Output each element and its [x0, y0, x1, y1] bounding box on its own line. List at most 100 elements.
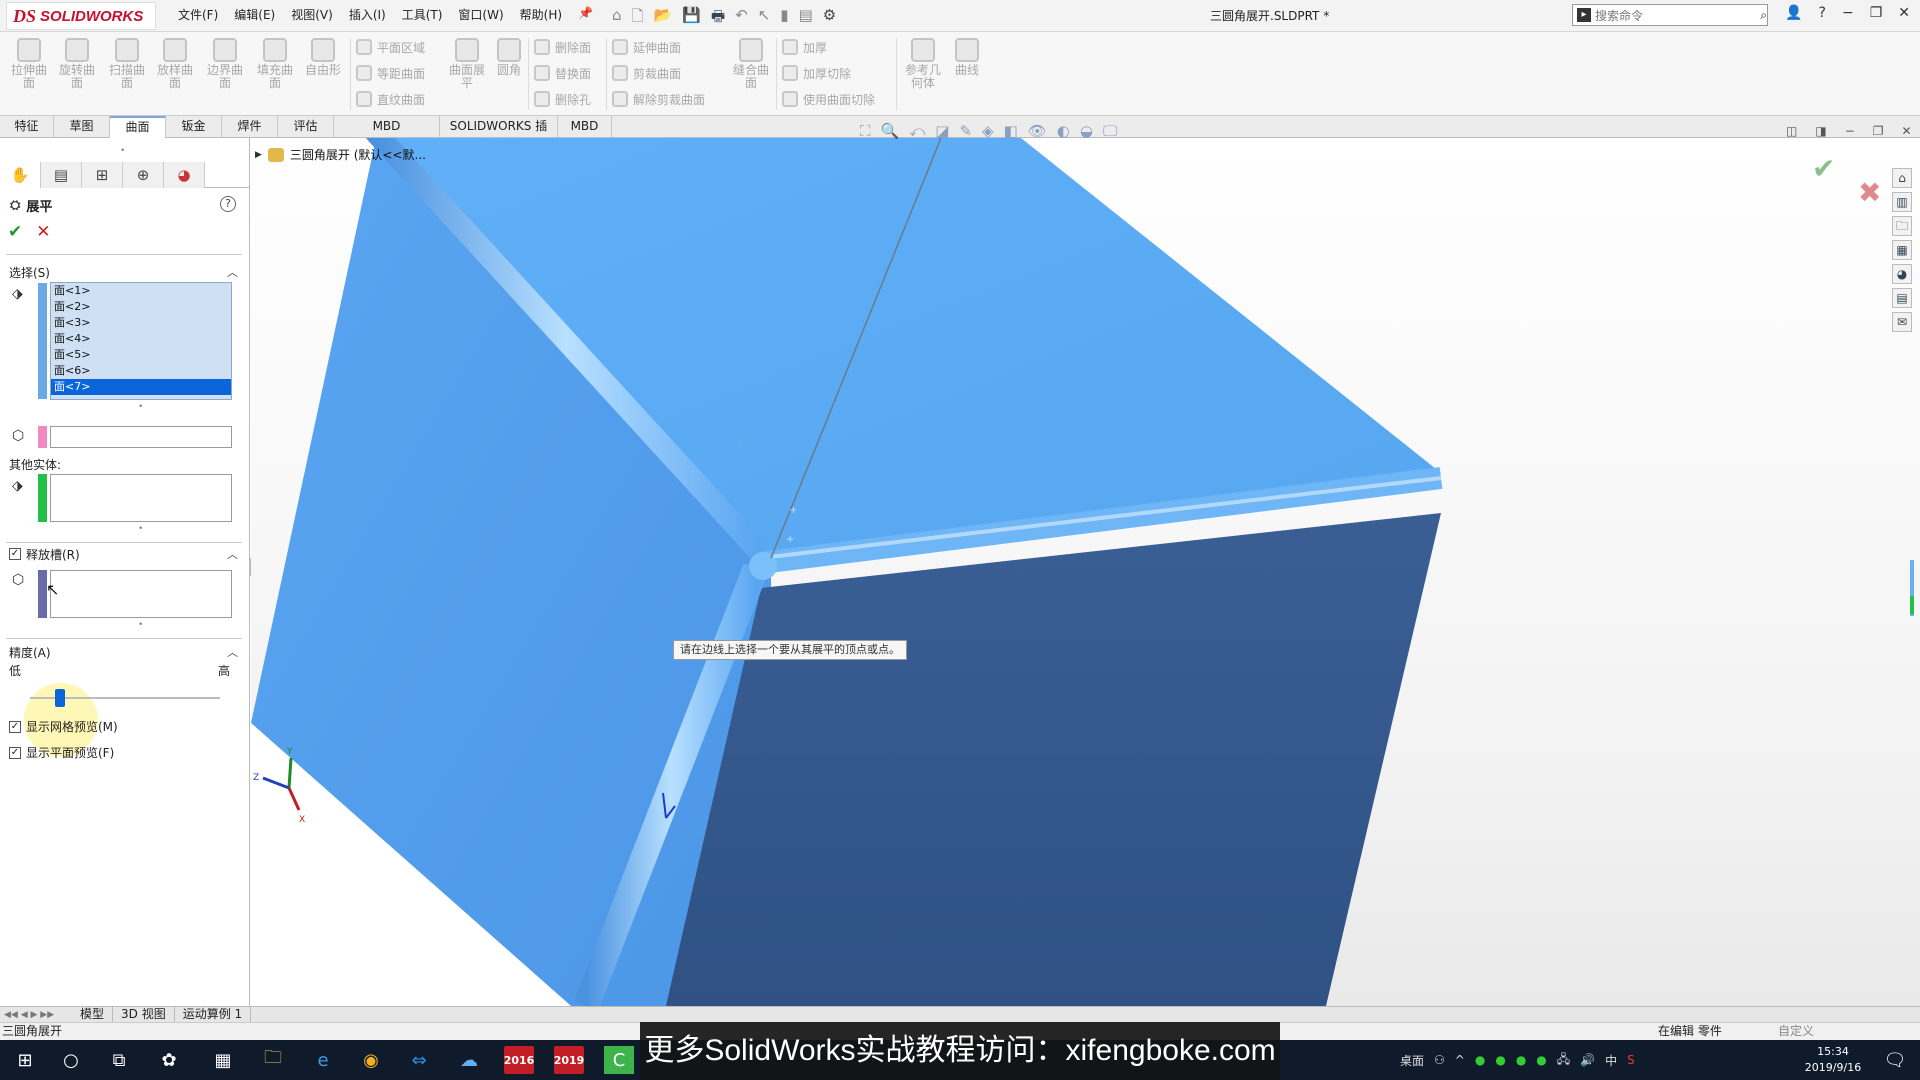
restore-icon[interactable]: ❐: [1870, 5, 1883, 21]
section-view-icon[interactable]: ◪: [935, 122, 949, 140]
tab-mbd[interactable]: MBD: [558, 116, 612, 138]
other-bodies-field[interactable]: [50, 474, 232, 522]
confirmation-ok-icon[interactable]: ✔: [1812, 152, 1835, 185]
list-item[interactable]: 面<2>: [51, 299, 231, 315]
people-icon[interactable]: ⚇: [1434, 1053, 1445, 1067]
surface-flatten-button[interactable]: 曲面展平: [444, 36, 490, 102]
new-document-icon[interactable]: 🗋: [632, 6, 644, 31]
list-item[interactable]: 面<4>: [51, 331, 231, 347]
fillet-button[interactable]: 圆角: [486, 36, 532, 102]
help-icon[interactable]: ?: [1819, 5, 1826, 21]
accuracy-section-header[interactable]: 精度(A) ︿: [0, 642, 250, 662]
tab-mbd-dimensions[interactable]: MBD Dimensions: [334, 116, 440, 154]
design-library-icon[interactable]: ▥: [1892, 192, 1912, 212]
wechat-icon[interactable]: ●: [1475, 1053, 1485, 1067]
tab-features[interactable]: 特征: [0, 116, 54, 138]
tab-sheet-metal[interactable]: 钣金: [166, 116, 222, 138]
search-commands[interactable]: ▸ 搜索命令 ⌕: [1572, 4, 1768, 26]
select-icon[interactable]: ↖: [758, 6, 771, 31]
selection-section-header[interactable]: 选择(S) ︿: [0, 262, 250, 282]
curves-button[interactable]: 曲线: [944, 36, 990, 102]
cut-with-surface-button[interactable]: 使用曲面切除: [782, 88, 875, 110]
corner-vertex[interactable]: [749, 552, 777, 580]
display-style-icon[interactable]: ◧: [1004, 122, 1018, 140]
baidu-netdisk-icon[interactable]: ☁: [454, 1046, 484, 1074]
edit-appearance-icon[interactable]: ◐: [1057, 122, 1070, 140]
search-icon[interactable]: ⌕: [1760, 8, 1767, 23]
vertex-selection-field[interactable]: [50, 426, 232, 448]
appearances-icon[interactable]: ◕: [1892, 264, 1912, 284]
planar-surface-button[interactable]: 平面区域: [356, 36, 425, 58]
cancel-button[interactable]: ✕: [36, 222, 50, 242]
extruded-surface-button[interactable]: 拉伸曲面: [6, 36, 52, 102]
collapse-chevron-icon[interactable]: ︿: [227, 644, 238, 660]
notification-center-icon[interactable]: 🗨: [1880, 1046, 1910, 1074]
expand-arrow-icon[interactable]: ▶: [255, 150, 262, 160]
untrim-surface-button[interactable]: 解除剪裁曲面: [612, 88, 705, 110]
menu-window[interactable]: 窗口(W): [458, 6, 503, 23]
list-item[interactable]: 面<6>: [51, 363, 231, 379]
calculator-icon[interactable]: ▦: [208, 1046, 238, 1074]
collapse-chevron-icon[interactable]: ︿: [227, 264, 238, 280]
print-icon[interactable]: 🖶: [711, 6, 725, 31]
open-icon[interactable]: 📂: [654, 6, 673, 31]
graphics-area[interactable]: + + + Y Z X: [251, 138, 1920, 1006]
viewport-minimize-icon[interactable]: −: [1845, 124, 1855, 138]
volume-icon[interactable]: 🔊: [1580, 1053, 1595, 1067]
list-resize-handle[interactable]: •: [138, 402, 143, 412]
task-view-icon[interactable]: ⧉: [104, 1046, 134, 1074]
configuration-manager-tab[interactable]: ⊞: [82, 162, 123, 188]
wechat-icon-4[interactable]: ●: [1536, 1053, 1546, 1067]
previous-view-icon[interactable]: ⤺: [909, 122, 925, 140]
delete-face-button[interactable]: 删除面: [534, 36, 591, 58]
close-icon[interactable]: ✕: [1898, 5, 1910, 21]
relief-checkbox[interactable]: ✓ 释放槽(R): [9, 546, 80, 563]
dynamic-annotation-icon[interactable]: ✎: [959, 122, 972, 140]
minimize-icon[interactable]: −: [1842, 5, 1854, 21]
help-icon[interactable]: ?: [220, 196, 236, 212]
right-face[interactable]: [666, 513, 1441, 1006]
field-resize-handle[interactable]: •: [138, 620, 143, 630]
cortana-search-icon[interactable]: ○: [56, 1046, 86, 1074]
tab-scroll-arrows[interactable]: ◀◀ ◀ ▶ ▶▶: [0, 1010, 64, 1020]
menu-file[interactable]: 文件(F): [178, 6, 218, 23]
search-input[interactable]: 搜索命令: [1595, 7, 1756, 24]
boundary-surface-button[interactable]: 边界曲面: [202, 36, 248, 102]
tree-part-name[interactable]: 三圆角展开 (默认<<默...: [290, 146, 426, 163]
menu-insert[interactable]: 插入(I): [349, 6, 386, 23]
view-palette-icon[interactable]: ▦: [1892, 240, 1912, 260]
tab-3d-view[interactable]: 3D 视图: [113, 1006, 175, 1023]
faces-selection-list[interactable]: 面<1> 面<2> 面<3> 面<4> 面<5> 面<6> 面<7>: [50, 282, 232, 400]
solidworks-logo[interactable]: DS SOLIDWORKS: [6, 2, 156, 30]
delete-hole-button[interactable]: 删除孔: [534, 88, 591, 110]
offset-surface-button[interactable]: 等距曲面: [356, 62, 425, 84]
tab-surfaces[interactable]: 曲面: [110, 116, 166, 138]
wechat-icon-2[interactable]: ●: [1495, 1053, 1505, 1067]
tab-weldments[interactable]: 焊件: [222, 116, 278, 138]
status-custom-units[interactable]: 自定义: [1778, 1023, 1814, 1040]
ruled-surface-button[interactable]: 直纹曲面: [356, 88, 425, 110]
chrome-browser-icon[interactable]: ◉: [356, 1046, 386, 1074]
replace-face-button[interactable]: 替换面: [534, 62, 591, 84]
filled-surface-button[interactable]: 填充曲面: [252, 36, 298, 102]
extend-surface-button[interactable]: 延伸曲面: [612, 36, 681, 58]
apply-scene-icon[interactable]: ◒: [1080, 122, 1093, 140]
custom-properties-icon[interactable]: ▤: [1892, 288, 1912, 308]
accuracy-slider-thumb[interactable]: [55, 689, 66, 707]
checkbox-box[interactable]: ✓: [9, 548, 21, 560]
ok-button[interactable]: ✔: [8, 222, 22, 242]
trim-surface-button[interactable]: 剪裁曲面: [612, 62, 681, 84]
feature-tree-flyout[interactable]: ▶ 三圆角展开 (默认<<默...: [255, 146, 426, 163]
model-geometry[interactable]: + + + Y Z X: [251, 138, 1920, 1006]
undo-icon[interactable]: ↶: [735, 6, 748, 31]
menu-view[interactable]: 视图(V): [291, 6, 333, 23]
forum-icon[interactable]: ✉: [1892, 312, 1912, 332]
list-item[interactable]: 面<5>: [51, 347, 231, 363]
field-resize-handle[interactable]: •: [138, 524, 143, 534]
dimxpert-manager-tab[interactable]: ⊕: [123, 162, 164, 188]
tab-model[interactable]: 模型: [72, 1006, 114, 1023]
options-gear-icon[interactable]: ⚙: [823, 6, 836, 31]
lofted-surface-button[interactable]: 放样曲面: [152, 36, 198, 102]
tab-sketch[interactable]: 草图: [54, 116, 110, 138]
viewport-tile-icon[interactable]: ◫: [1786, 124, 1797, 138]
